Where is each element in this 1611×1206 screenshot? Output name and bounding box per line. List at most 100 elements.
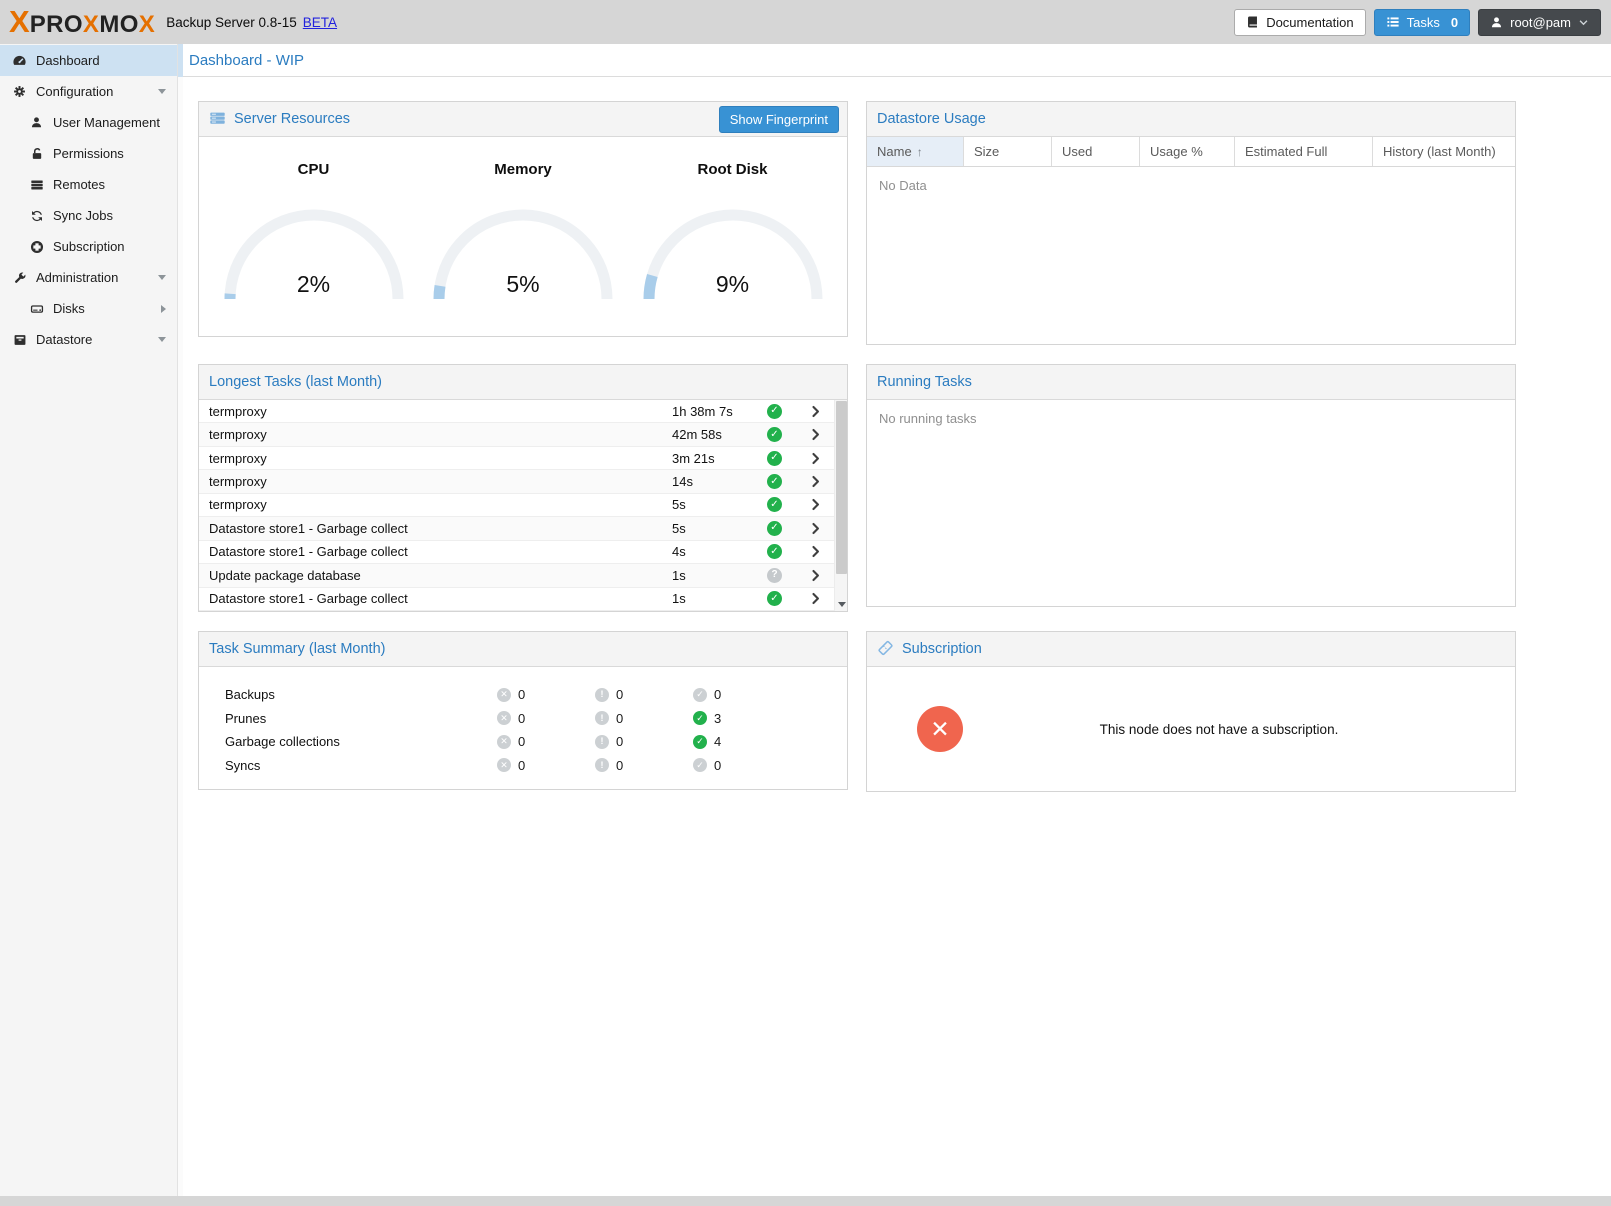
sidebar-item-permissions[interactable]: Permissions bbox=[0, 138, 177, 169]
page-title: Dashboard - WIP bbox=[189, 52, 304, 69]
chevron-right-icon bbox=[797, 544, 831, 559]
brand-word: PROXMOX bbox=[30, 11, 156, 39]
task-name: Update package database bbox=[209, 568, 672, 583]
column-header-used[interactable]: Used bbox=[1052, 137, 1140, 166]
success-icon: ✓ bbox=[693, 711, 707, 725]
success-count: 0 bbox=[714, 687, 721, 702]
beta-link[interactable]: BETA bbox=[303, 15, 337, 30]
sidebar-item-dashboard[interactable]: Dashboard bbox=[0, 45, 177, 76]
status-ok-icon: ✓ bbox=[767, 404, 782, 419]
sidebar-item-user-management[interactable]: User Management bbox=[0, 107, 177, 138]
column-header-name[interactable]: Name↑ bbox=[867, 137, 964, 166]
subscription-panel: Subscription ✕ This node does not have a… bbox=[866, 631, 1516, 792]
success-icon: ✓ bbox=[693, 758, 707, 772]
scrollbar-track[interactable] bbox=[834, 400, 847, 611]
sidebar-item-sync-jobs[interactable]: Sync Jobs bbox=[0, 200, 177, 231]
sidebar-item-administration[interactable]: Administration bbox=[0, 262, 177, 293]
task-row[interactable]: Datastore store1 - Garbage collect4s✓ bbox=[199, 541, 847, 564]
column-header-history[interactable]: History (last Month) bbox=[1373, 137, 1515, 166]
remotes-icon bbox=[28, 178, 45, 192]
success-count: 0 bbox=[714, 758, 721, 773]
chevron-down-icon bbox=[158, 337, 166, 342]
gauge-label: Root Disk bbox=[638, 161, 828, 178]
error-count: 0 bbox=[518, 711, 525, 726]
column-label: Used bbox=[1062, 144, 1092, 159]
gauge-label: CPU bbox=[219, 161, 409, 178]
success-icon: ✓ bbox=[693, 688, 707, 702]
task-duration: 1h 38m 7s bbox=[672, 404, 767, 419]
task-row[interactable]: Update package database1s? bbox=[199, 564, 847, 587]
sidebar-item-datastore[interactable]: Datastore bbox=[0, 324, 177, 355]
hard-disk-icon bbox=[28, 302, 45, 316]
status-ok-icon: ✓ bbox=[767, 451, 782, 466]
cpu-gauge: CPU 2% bbox=[219, 161, 409, 336]
task-row[interactable]: Datastore store1 - Garbage collect1s✓ bbox=[199, 588, 847, 611]
resource-gauges: CPU 2% Memory bbox=[199, 137, 847, 336]
task-duration: 3m 21s bbox=[672, 451, 767, 466]
chevron-right-icon bbox=[797, 404, 831, 419]
wrench-icon bbox=[11, 271, 28, 285]
task-row[interactable]: termproxy3m 21s✓ bbox=[199, 447, 847, 470]
task-summary-panel: Task Summary (last Month) Backups ✕0 !0 … bbox=[198, 631, 848, 790]
task-row[interactable]: termproxy14s✓ bbox=[199, 470, 847, 493]
server-icon bbox=[209, 110, 226, 129]
task-row[interactable]: termproxy1h 38m 7s✓ bbox=[199, 400, 847, 423]
user-icon bbox=[28, 116, 45, 129]
running-tasks-panel: Running Tasks No running tasks bbox=[866, 364, 1516, 607]
task-list-icon bbox=[1386, 15, 1400, 29]
task-row[interactable]: Datastore store1 - Garbage collect5s✓ bbox=[199, 517, 847, 540]
show-fingerprint-button[interactable]: Show Fingerprint bbox=[719, 106, 839, 133]
summary-row-backups: Backups ✕0 !0 ✓0 bbox=[199, 683, 847, 707]
panel-title: Longest Tasks (last Month) bbox=[209, 374, 382, 390]
sidebar-item-label: Configuration bbox=[36, 84, 113, 99]
error-icon: ✕ bbox=[497, 688, 511, 702]
scrollbar-thumb[interactable] bbox=[836, 401, 847, 574]
subscription-body: ✕ This node does not have a subscription… bbox=[867, 667, 1515, 791]
user-label: root@pam bbox=[1510, 15, 1571, 30]
panel-title: Task Summary (last Month) bbox=[209, 641, 385, 657]
warning-count: 0 bbox=[616, 687, 623, 702]
task-name: Datastore store1 - Garbage collect bbox=[209, 591, 672, 606]
no-subscription-error-icon: ✕ bbox=[917, 706, 963, 752]
column-header-usage[interactable]: Usage % bbox=[1140, 137, 1235, 166]
success-count: 4 bbox=[714, 734, 721, 749]
longest-tasks-panel: Longest Tasks (last Month) termproxy1h 3… bbox=[198, 364, 848, 612]
tasks-count-badge: 0 bbox=[1451, 15, 1458, 30]
chevron-right-icon bbox=[797, 474, 831, 489]
user-icon bbox=[1490, 16, 1503, 29]
success-icon: ✓ bbox=[693, 735, 707, 749]
sidebar-item-disks[interactable]: Disks bbox=[0, 293, 177, 324]
no-running-tasks-text: No running tasks bbox=[867, 400, 1515, 437]
warning-icon: ! bbox=[595, 758, 609, 772]
column-header-size[interactable]: Size bbox=[964, 137, 1052, 166]
sidebar-item-subscription[interactable]: Subscription bbox=[0, 231, 177, 262]
subscription-message: This node does not have a subscription. bbox=[963, 722, 1515, 737]
panel-title: Subscription bbox=[902, 641, 982, 657]
sidebar-item-configuration[interactable]: Configuration bbox=[0, 76, 177, 107]
status-ok-icon: ✓ bbox=[767, 497, 782, 512]
documentation-button[interactable]: Documentation bbox=[1234, 9, 1365, 36]
gauge-value: 2% bbox=[219, 271, 409, 298]
summary-row-prunes: Prunes ✕0 !0 ✓3 bbox=[199, 707, 847, 731]
column-header-estimated-full[interactable]: Estimated Full bbox=[1235, 137, 1373, 166]
task-row[interactable]: termproxy5s✓ bbox=[199, 494, 847, 517]
longest-tasks-header: Longest Tasks (last Month) bbox=[199, 365, 847, 400]
sidebar-item-label: Sync Jobs bbox=[53, 208, 113, 223]
user-menu-button[interactable]: root@pam bbox=[1478, 9, 1601, 36]
tasks-button[interactable]: Tasks 0 bbox=[1374, 9, 1470, 36]
sidebar-item-remotes[interactable]: Remotes bbox=[0, 169, 177, 200]
chevron-right-icon bbox=[797, 591, 831, 606]
task-row[interactable]: termproxy42m 58s✓ bbox=[199, 423, 847, 446]
task-name: termproxy bbox=[209, 497, 672, 512]
scrollbar-down-arrow[interactable] bbox=[835, 598, 847, 610]
summary-label: Backups bbox=[225, 687, 497, 702]
panel-title: Datastore Usage bbox=[877, 111, 986, 127]
sidebar-splitter[interactable] bbox=[178, 44, 183, 1196]
error-count: 0 bbox=[518, 758, 525, 773]
server-resources-panel: Server Resources Show Fingerprint CPU 2% bbox=[198, 101, 848, 337]
status-ok-icon: ✓ bbox=[767, 474, 782, 489]
gauge-label: Memory bbox=[428, 161, 618, 178]
sidebar-item-label: Administration bbox=[36, 270, 118, 285]
chevron-right-icon bbox=[161, 305, 166, 313]
error-icon: ✕ bbox=[497, 711, 511, 725]
